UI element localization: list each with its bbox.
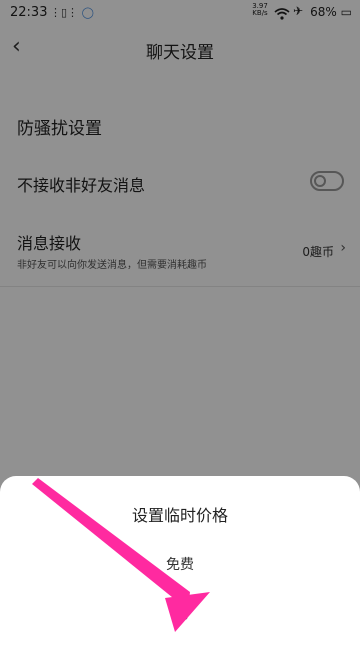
price-option-30[interactable]: 30 <box>0 608 360 624</box>
price-bottom-sheet: 设置临时价格 免费 30 <box>0 476 360 646</box>
price-option-free[interactable]: 免费 <box>0 554 360 574</box>
sheet-title: 设置临时价格 <box>131 506 228 525</box>
